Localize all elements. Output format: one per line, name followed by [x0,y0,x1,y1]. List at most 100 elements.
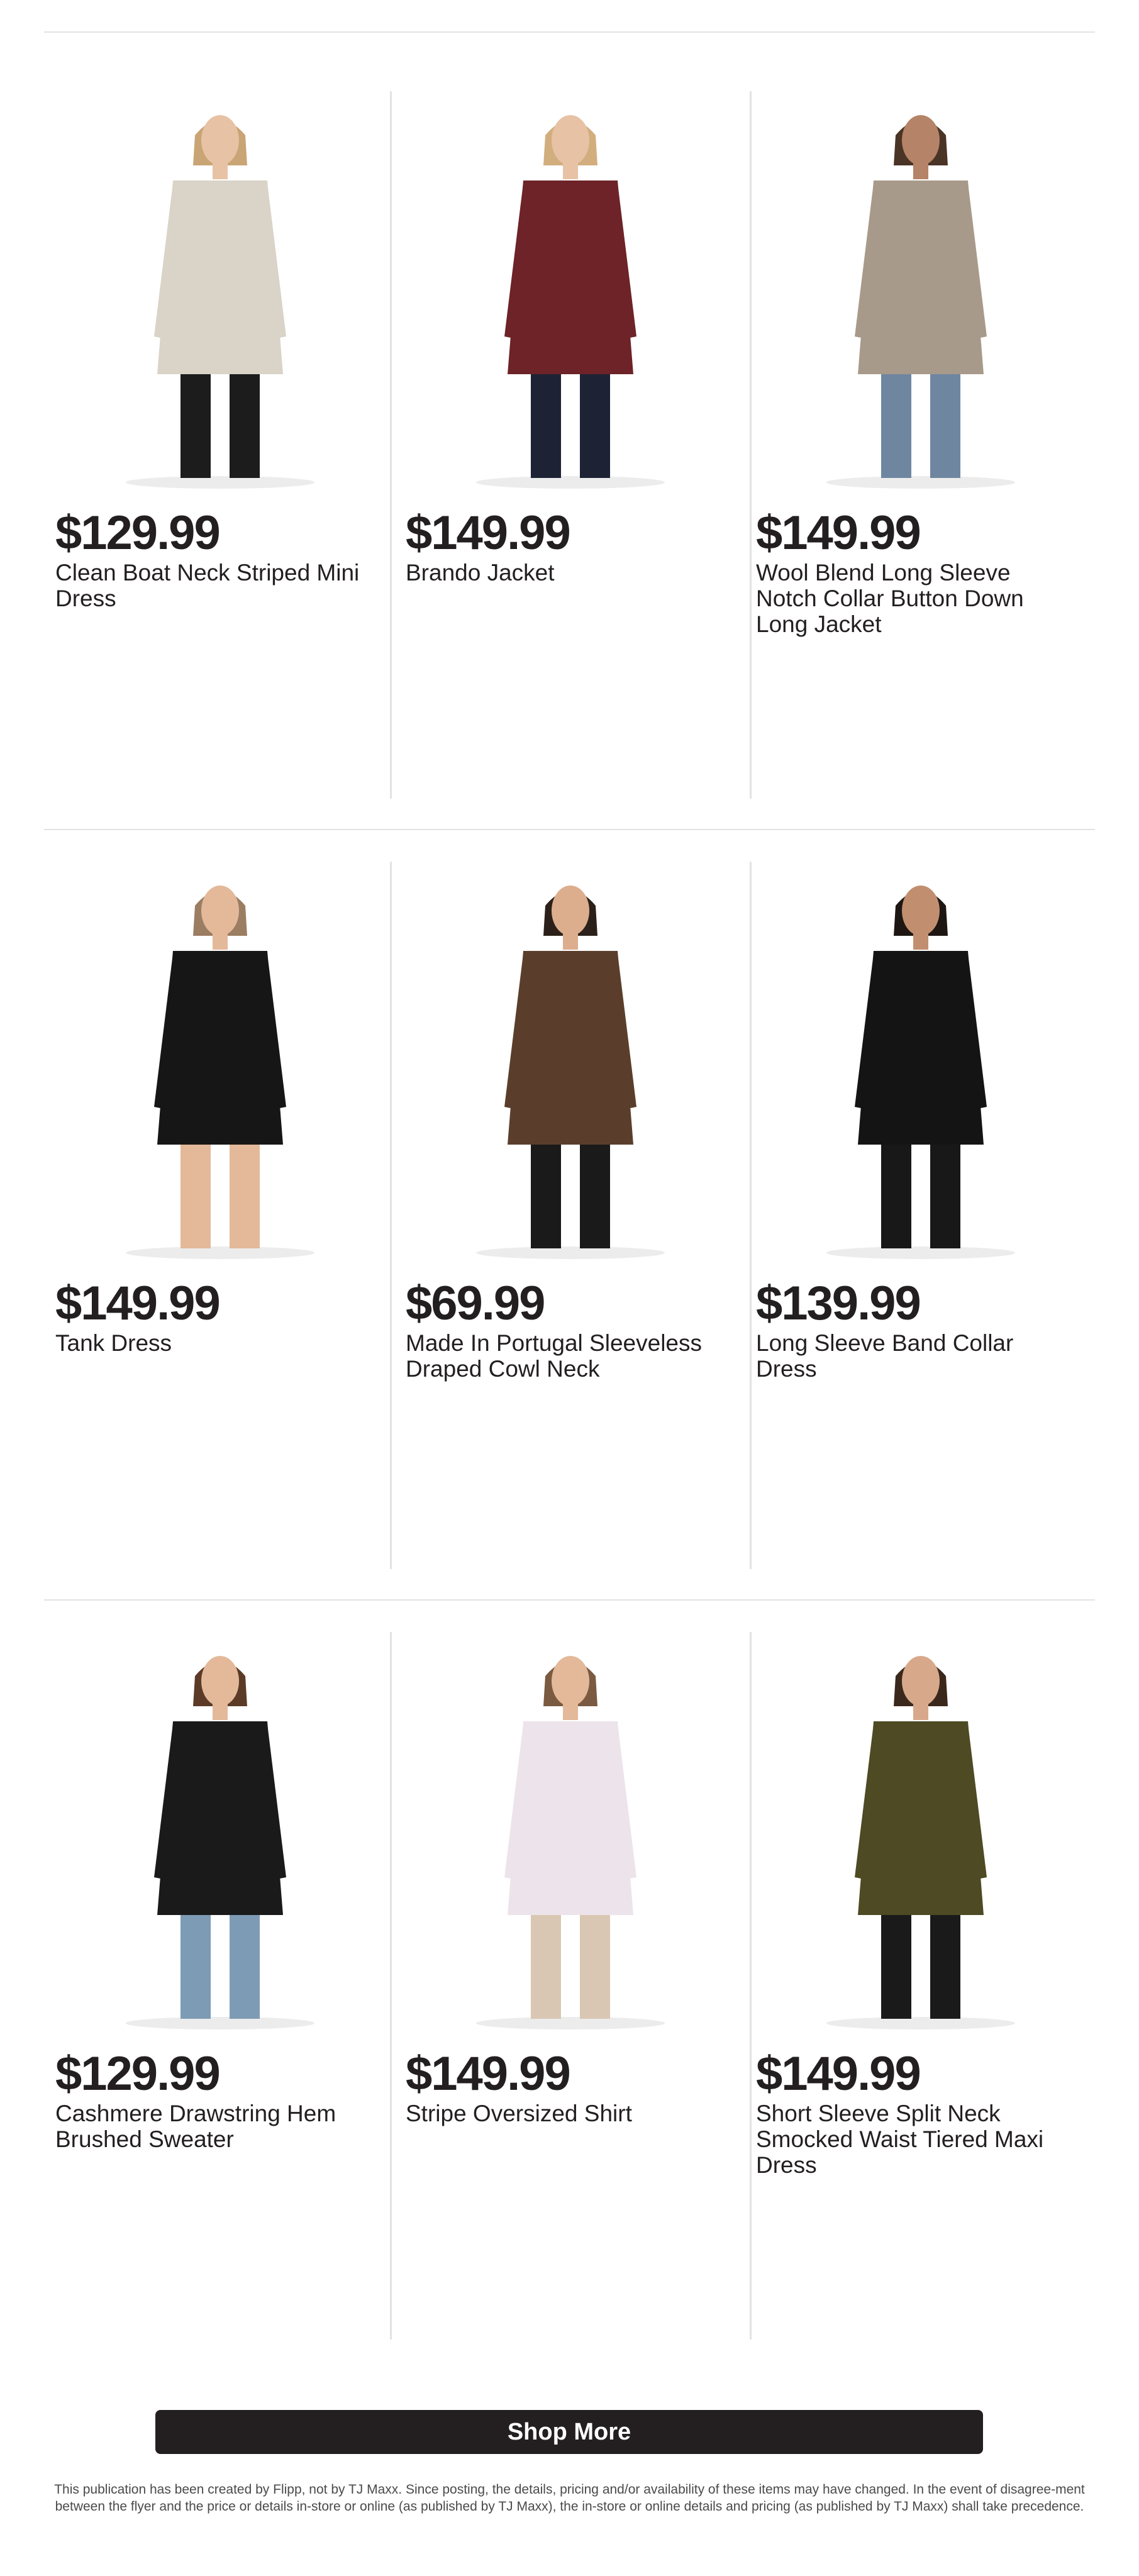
woman-black-tank-dress-photo [126,886,314,1259]
left-leg [531,374,561,478]
product-image[interactable] [767,1651,1075,2031]
woman-striped-shirt-photo [476,1656,665,2029]
product-row-1: $129.99 Clean Boat Neck Striped Mini Dre… [44,91,1095,799]
product-price: $149.99 [406,506,571,560]
face [552,1656,589,1706]
right-leg [580,1915,610,2019]
right-leg [230,374,260,478]
product-image[interactable] [767,110,1075,491]
product-image[interactable] [66,110,374,491]
face [552,886,589,936]
shop-more-button[interactable]: Shop More [155,2410,983,2454]
left-leg [881,1145,911,1248]
face [902,1656,940,1706]
product-image[interactable] [416,880,725,1261]
product-name[interactable]: Short Sleeve Split Neck Smocked Waist Ti… [756,2101,1070,2178]
divider-row-2 [44,1599,1095,1601]
floor-shadow [126,476,314,489]
floor-shadow [126,2017,314,2029]
woman-black-satin-dress-photo [826,886,1015,1259]
product-name[interactable]: Brando Jacket [406,560,720,586]
floor-shadow [476,1246,665,1259]
right-leg [930,374,960,478]
product-row-3: $129.99 Cashmere Drawstring Hem Brushed … [44,1632,1095,2340]
neck [213,932,228,950]
face [902,115,940,165]
product-image[interactable] [66,1651,374,2031]
product-price: $69.99 [406,1277,545,1330]
woman-olive-floral-maxi-dress-photo [826,1656,1015,2029]
left-leg [181,1915,211,2019]
divider-row-1 [44,829,1095,830]
product-card[interactable]: $149.99 Brando Jacket [394,91,745,799]
product-name[interactable]: Long Sleeve Band Collar Dress [756,1330,1070,1382]
left-leg [531,1145,561,1248]
floor-shadow [826,2017,1015,2029]
left-leg [881,1915,911,2019]
face [201,115,239,165]
floor-shadow [826,1246,1015,1259]
face [552,115,589,165]
product-card[interactable]: $69.99 Made In Portugal Sleeveless Drape… [394,862,745,1569]
neck [213,1702,228,1720]
woman-black-sweater-photo [126,1656,314,2029]
product-name[interactable]: Clean Boat Neck Striped Mini Dress [55,560,370,611]
neck [913,162,928,179]
right-leg [230,1915,260,2019]
neck [563,162,578,179]
product-price: $149.99 [406,2047,571,2101]
neck [913,932,928,950]
product-image[interactable] [416,1651,725,2031]
right-leg [580,374,610,478]
product-card[interactable]: $149.99 Stripe Oversized Shirt [394,1632,745,2340]
product-name[interactable]: Stripe Oversized Shirt [406,2101,720,2126]
face [201,886,239,936]
disclaimer-text: This publication has been created by Fli… [54,2482,1085,2514]
product-name[interactable]: Tank Dress [55,1330,370,1356]
woman-brown-cowl-top-photo [476,886,665,1259]
left-leg [881,374,911,478]
column-divider [390,91,392,799]
product-name[interactable]: Made In Portugal Sleeveless Draped Cowl … [406,1330,720,1382]
left-leg [181,374,211,478]
right-leg [230,1145,260,1248]
column-divider [390,862,392,1569]
floor-shadow [126,1246,314,1259]
divider-top [44,31,1095,33]
neck [213,162,228,179]
face [902,886,940,936]
face [201,1656,239,1706]
product-name[interactable]: Cashmere Drawstring Hem Brushed Sweater [55,2101,370,2152]
floor-shadow [826,476,1015,489]
left-leg [181,1145,211,1248]
product-image[interactable] [66,880,374,1261]
product-card[interactable]: $129.99 Clean Boat Neck Striped Mini Dre… [44,91,394,799]
neck [563,1702,578,1720]
woman-striped-mini-dress-photo [126,115,314,489]
column-divider [390,1632,392,2340]
product-price: $139.99 [756,1277,921,1330]
product-name[interactable]: Wool Blend Long Sleeve Notch Collar Butt… [756,560,1070,637]
product-card[interactable]: $129.99 Cashmere Drawstring Hem Brushed … [44,1632,394,2340]
product-row-2: $149.99 Tank Dress $69.99 Made In Portug… [44,862,1095,1569]
product-image[interactable] [767,880,1075,1261]
left-leg [531,1915,561,2019]
woman-taupe-long-coat-photo [826,115,1015,489]
product-card[interactable]: $149.99 Tank Dress [44,862,394,1569]
product-card[interactable]: $149.99 Short Sleeve Split Neck Smocked … [745,1632,1095,2340]
right-leg [580,1145,610,1248]
product-price: $149.99 [756,506,921,560]
floor-shadow [476,476,665,489]
floor-shadow [476,2017,665,2029]
product-card[interactable]: $139.99 Long Sleeve Band Collar Dress [745,862,1095,1569]
woman-burgundy-belted-jacket-photo [476,115,665,489]
product-price: $149.99 [756,2047,921,2101]
right-leg [930,1145,960,1248]
product-card[interactable]: $149.99 Wool Blend Long Sleeve Notch Col… [745,91,1095,799]
product-price: $129.99 [55,2047,221,2101]
product-image[interactable] [416,110,725,491]
neck [913,1702,928,1720]
product-price: $149.99 [55,1277,221,1330]
right-leg [930,1915,960,2019]
neck [563,932,578,950]
